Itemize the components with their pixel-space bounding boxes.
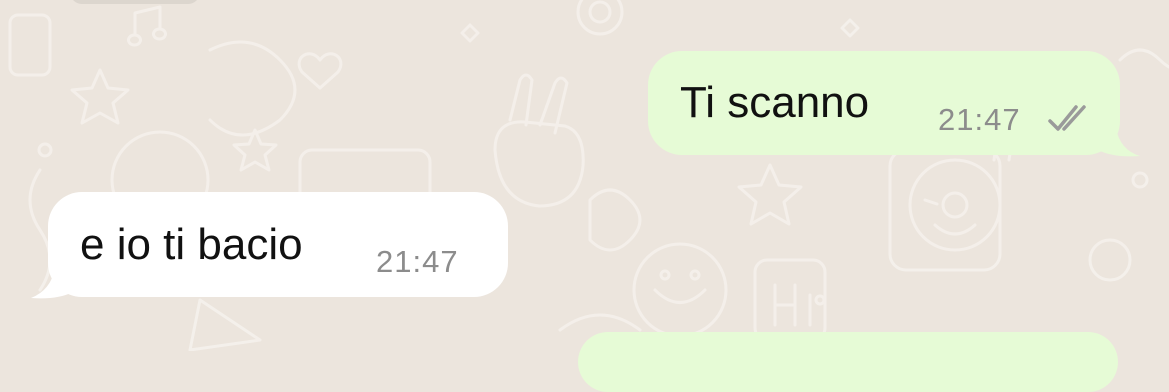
message-timestamp: 21:47 <box>938 102 1021 137</box>
incoming-message-bubble[interactable]: e io ti bacio 21:47 <box>48 192 508 297</box>
next-outgoing-message-bubble[interactable] <box>578 332 1118 392</box>
previous-message-fragment <box>70 0 200 4</box>
message-text: e io ti bacio <box>80 220 303 269</box>
message-timestamp: 21:47 <box>376 244 459 279</box>
double-check-icon <box>1048 105 1086 131</box>
message-text: Ti scanno <box>680 78 870 127</box>
outgoing-message-bubble[interactable]: Ti scanno 21:47 <box>648 51 1120 155</box>
